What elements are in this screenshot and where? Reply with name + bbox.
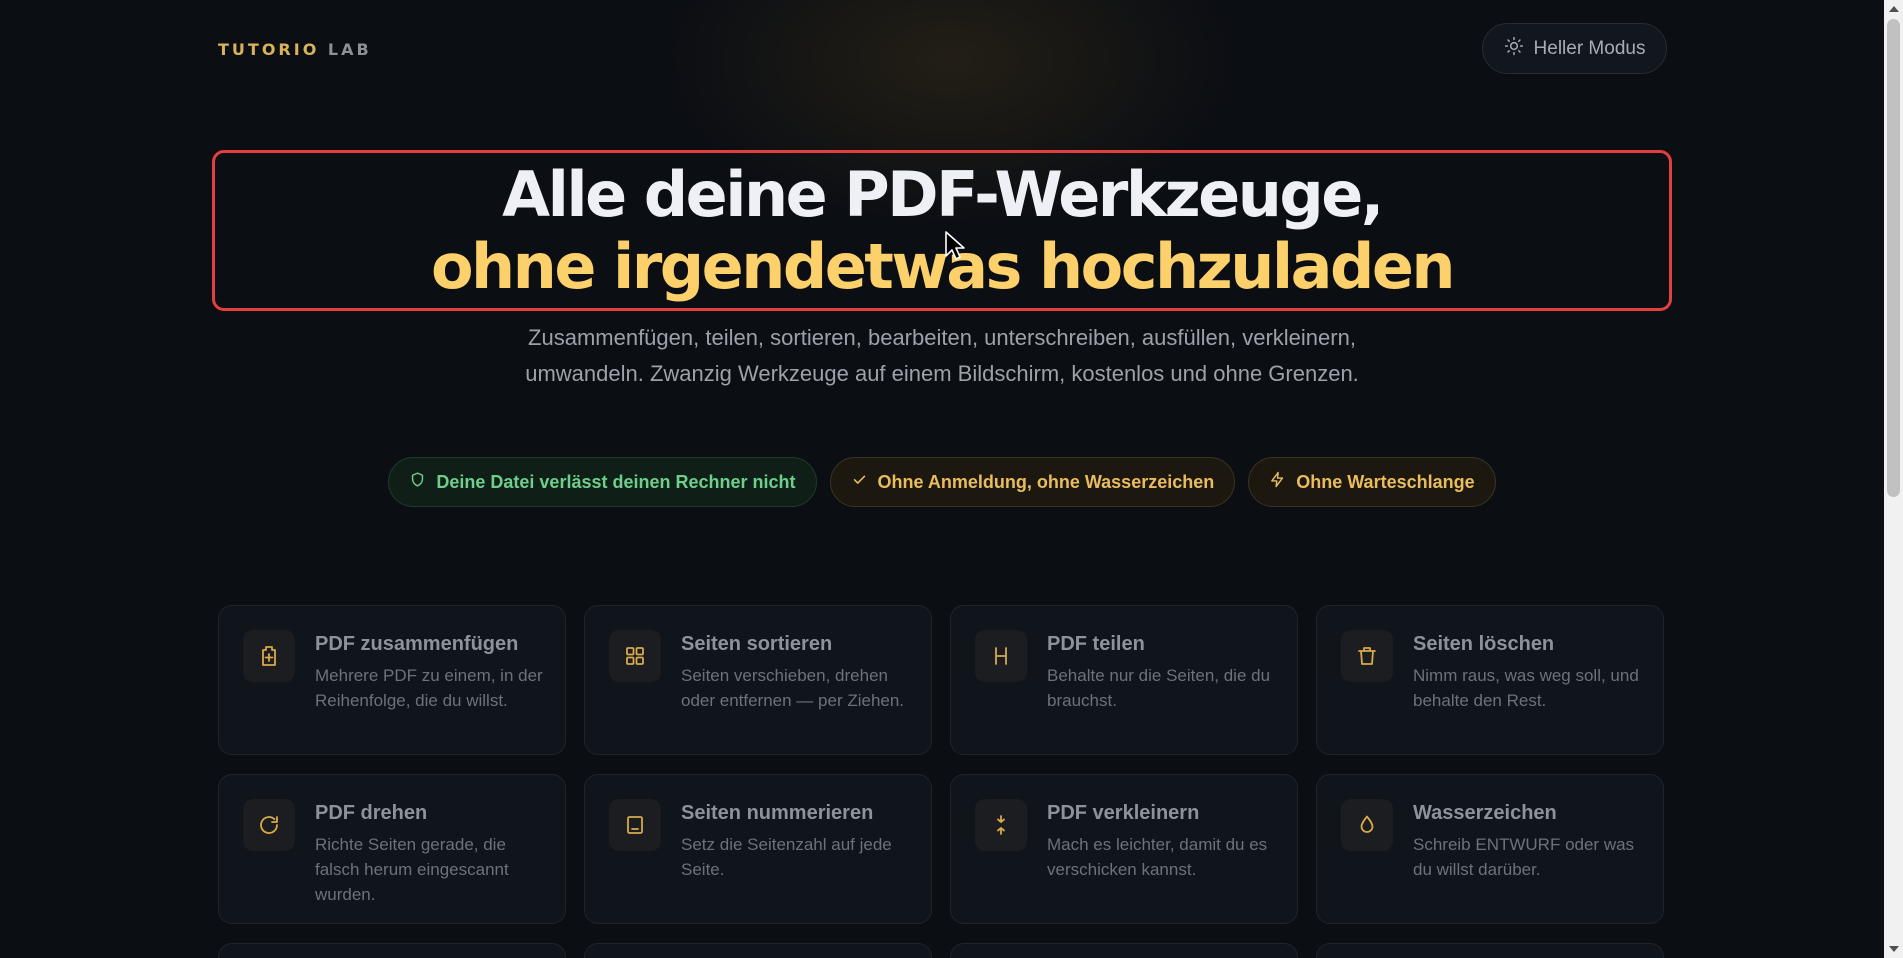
tool-card-partial[interactable] (584, 943, 932, 958)
tool-card-rotate[interactable]: PDF drehen Richte Seiten gerade, die fal… (218, 774, 566, 924)
tool-description: Schreib ENTWURF oder was du willst darüb… (1413, 835, 1635, 879)
tool-card-partial[interactable] (218, 943, 566, 958)
tool-title: Seiten nummerieren (681, 802, 874, 824)
tool-description: Richte Seiten gerade, die falsch herum e… (315, 835, 509, 904)
hero-title-box: Alle deine PDF-Werkzeuge, ohne irgendetw… (212, 150, 1672, 311)
tool-description: Nimm raus, was weg soll, und behalte den… (1413, 666, 1639, 710)
rotate-icon (243, 799, 295, 851)
tool-card-page-numbers[interactable]: Seiten nummerieren Setz die Seitenzahl a… (584, 774, 932, 924)
hero-title: Alle deine PDF-Werkzeuge, ohne irgendetw… (215, 153, 1669, 303)
scrollbar-thumb[interactable] (1887, 19, 1900, 497)
vertical-scrollbar[interactable] (1884, 0, 1903, 958)
tool-card-watermark[interactable]: Wasserzeichen Schreib ENTWURF oder was d… (1316, 774, 1664, 924)
badge-no-queue: Ohne Warteschlange (1248, 457, 1496, 507)
tool-card-split[interactable]: PDF teilen Behalte nur die Seiten, die d… (950, 605, 1298, 755)
tool-title: PDF zusammenfügen (315, 633, 519, 655)
grid-icon (609, 630, 661, 682)
check-icon (851, 471, 868, 493)
page-number-icon (609, 799, 661, 851)
tool-title: PDF drehen (315, 802, 428, 824)
scroll-down-arrow-icon[interactable] (1889, 946, 1899, 952)
logo-main-text: TUTORIO (218, 40, 320, 59)
split-icon (975, 630, 1027, 682)
shield-icon (409, 471, 426, 493)
tool-card-partial[interactable] (950, 943, 1298, 958)
hero-title-line2: ohne irgendetwas hochzuladen (430, 230, 1456, 303)
tool-card-merge[interactable]: PDF zusammenfügen Mehrere PDF zu einem, … (218, 605, 566, 755)
mouse-cursor-icon (945, 231, 965, 260)
tools-grid: PDF zusammenfügen Mehrere PDF zu einem, … (218, 605, 1666, 958)
hero-title-line1: Alle deine PDF-Werkzeuge, (502, 158, 1384, 231)
badge-no-signup: Ohne Anmeldung, ohne Wasserzeichen (829, 457, 1236, 507)
tool-description: Setz die Seitenzahl auf jede Seite. (681, 835, 892, 879)
badge-no-signup-label: Ohne Anmeldung, ohne Wasserzeichen (877, 471, 1215, 492)
brand-logo[interactable]: TUTORIO LAB (218, 40, 372, 59)
light-mode-label: Heller Modus (1533, 37, 1646, 59)
logo-lab-text: LAB (327, 40, 372, 59)
badge-no-queue-label: Ohne Warteschlange (1296, 471, 1475, 492)
tool-title: Seiten sortieren (681, 633, 833, 655)
scroll-up-arrow-icon[interactable] (1889, 6, 1899, 12)
hero-subtitle: Zusammenfügen, teilen, sortieren, bearbe… (525, 325, 1359, 386)
merge-icon (243, 630, 295, 682)
tool-card-compress[interactable]: PDF verkleinern Mach es leichter, damit … (950, 774, 1298, 924)
tool-description: Mach es leichter, damit du es verschicke… (1047, 835, 1268, 879)
tool-description: Mehrere PDF zu einem, in der Reihenfolge… (315, 666, 543, 710)
tool-card-partial[interactable] (1316, 943, 1664, 958)
tool-card-delete-pages[interactable]: Seiten löschen Nimm raus, was weg soll, … (1316, 605, 1664, 755)
compress-icon (975, 799, 1027, 851)
sun-icon (1504, 36, 1524, 62)
tool-title: Wasserzeichen (1413, 802, 1557, 824)
tool-card-sort-pages[interactable]: Seiten sortieren Seiten verschieben, dre… (584, 605, 932, 755)
droplet-icon (1341, 799, 1393, 851)
badge-privacy: Deine Datei verlässt deinen Rechner nich… (388, 457, 817, 507)
tool-description: Behalte nur die Seiten, die du brauchst. (1047, 666, 1271, 710)
bolt-icon (1269, 471, 1286, 493)
feature-badges: Deine Datei verlässt deinen Rechner nich… (0, 457, 1884, 507)
tool-description: Seiten verschieben, drehen oder entferne… (681, 666, 905, 710)
tool-title: Seiten löschen (1413, 633, 1555, 655)
tool-title: PDF verkleinern (1047, 802, 1200, 824)
light-mode-toggle-button[interactable]: Heller Modus (1482, 23, 1667, 74)
trash-icon (1341, 630, 1393, 682)
tool-title: PDF teilen (1047, 633, 1145, 655)
badge-privacy-label: Deine Datei verlässt deinen Rechner nich… (436, 471, 796, 492)
